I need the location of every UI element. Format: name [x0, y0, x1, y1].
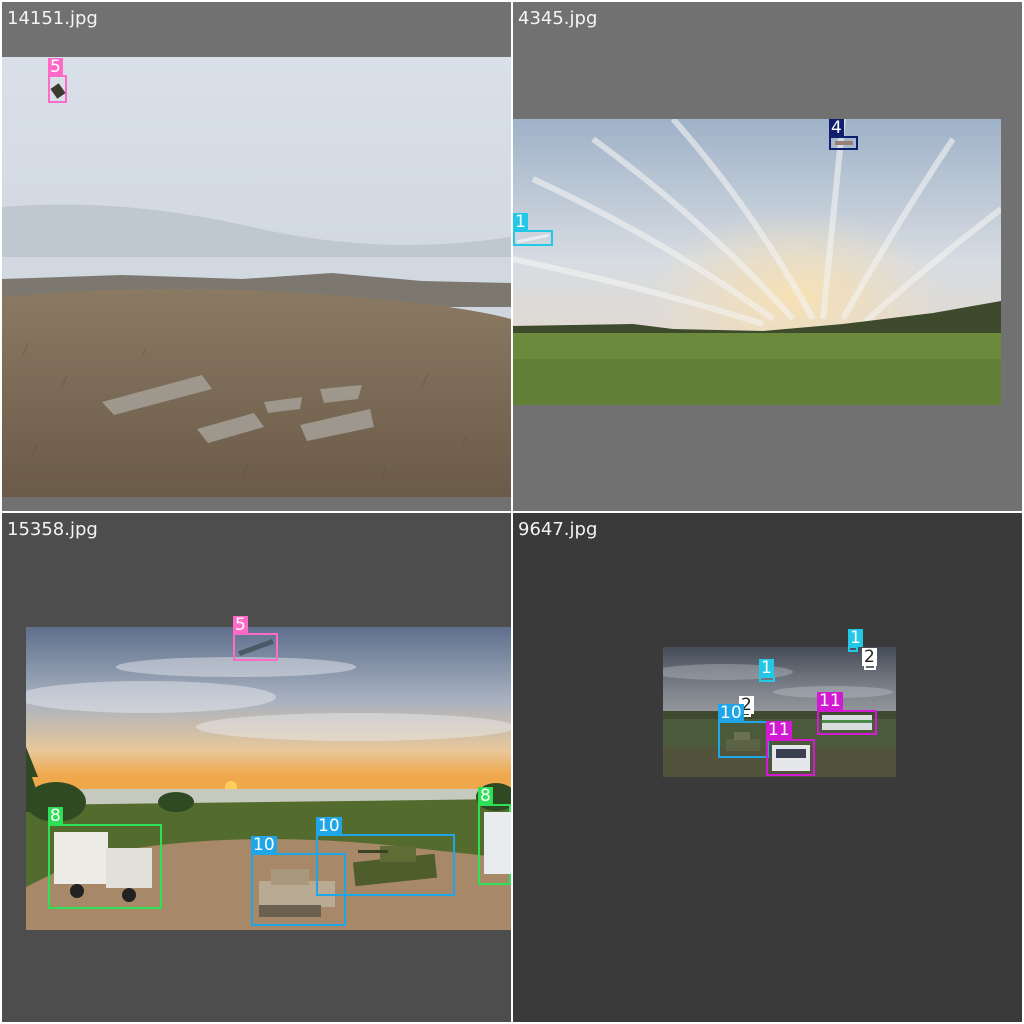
tile-14151: 14151.jpg 5	[2, 2, 511, 511]
tile-9647: 9647.jpg 1 2 1 2 11 10 11	[513, 513, 1022, 1022]
class-label: 5	[48, 57, 63, 77]
tank-tracks	[259, 905, 321, 917]
tile-15358: 15358.jpg 5 8 8 10 10	[2, 513, 511, 1022]
class-label: 5	[233, 615, 248, 635]
aircraft-thumbnail	[50, 83, 66, 99]
bounding-box	[817, 710, 877, 735]
bounding-box	[48, 824, 162, 909]
truck-wheel	[70, 884, 84, 898]
class-label: 10	[251, 835, 277, 855]
tank-turret	[380, 846, 416, 862]
tank-gun	[358, 850, 388, 853]
bounding-box	[316, 834, 455, 896]
truck-wheel	[122, 888, 136, 902]
truck-cab	[106, 848, 152, 888]
tile-4345: 4345.jpg 4 1	[513, 2, 1022, 511]
class-label: 10	[718, 703, 744, 723]
bounding-box	[48, 75, 67, 103]
bounding-box	[718, 721, 769, 758]
aircraft-thumbnail	[517, 233, 549, 244]
class-label: 1	[513, 212, 528, 232]
class-label: 4	[829, 118, 844, 138]
tank-turret	[271, 869, 309, 885]
bounding-box	[766, 739, 815, 776]
bounding-box	[233, 633, 278, 661]
photo-hilltop	[2, 57, 511, 497]
tile-filename: 15358.jpg	[7, 519, 98, 540]
class-label: 11	[766, 720, 792, 740]
bus-windshield	[776, 749, 806, 758]
class-label: 11	[817, 691, 843, 711]
aircraft-thumbnail	[238, 638, 274, 657]
tile-filename: 4345.jpg	[518, 8, 598, 29]
bounding-box	[829, 136, 858, 150]
bus-stripe	[822, 720, 872, 723]
truck-cargo-box	[54, 832, 108, 884]
class-label: 1	[759, 658, 774, 678]
tile-filename: 14151.jpg	[7, 8, 98, 29]
class-label: 1	[848, 628, 863, 648]
class-label: 8	[478, 786, 493, 806]
tank-hull	[726, 739, 760, 751]
tank-turret	[734, 732, 750, 740]
aircraft-thumbnail	[835, 141, 853, 145]
tile-filename: 9647.jpg	[518, 519, 598, 540]
class-label: 8	[48, 806, 63, 826]
truck-cab	[484, 812, 511, 874]
class-label: 2	[862, 647, 877, 667]
bounding-box	[478, 804, 511, 885]
photo-field-sunset	[513, 119, 1001, 405]
class-label: 10	[316, 816, 342, 836]
bounding-box	[513, 230, 553, 246]
